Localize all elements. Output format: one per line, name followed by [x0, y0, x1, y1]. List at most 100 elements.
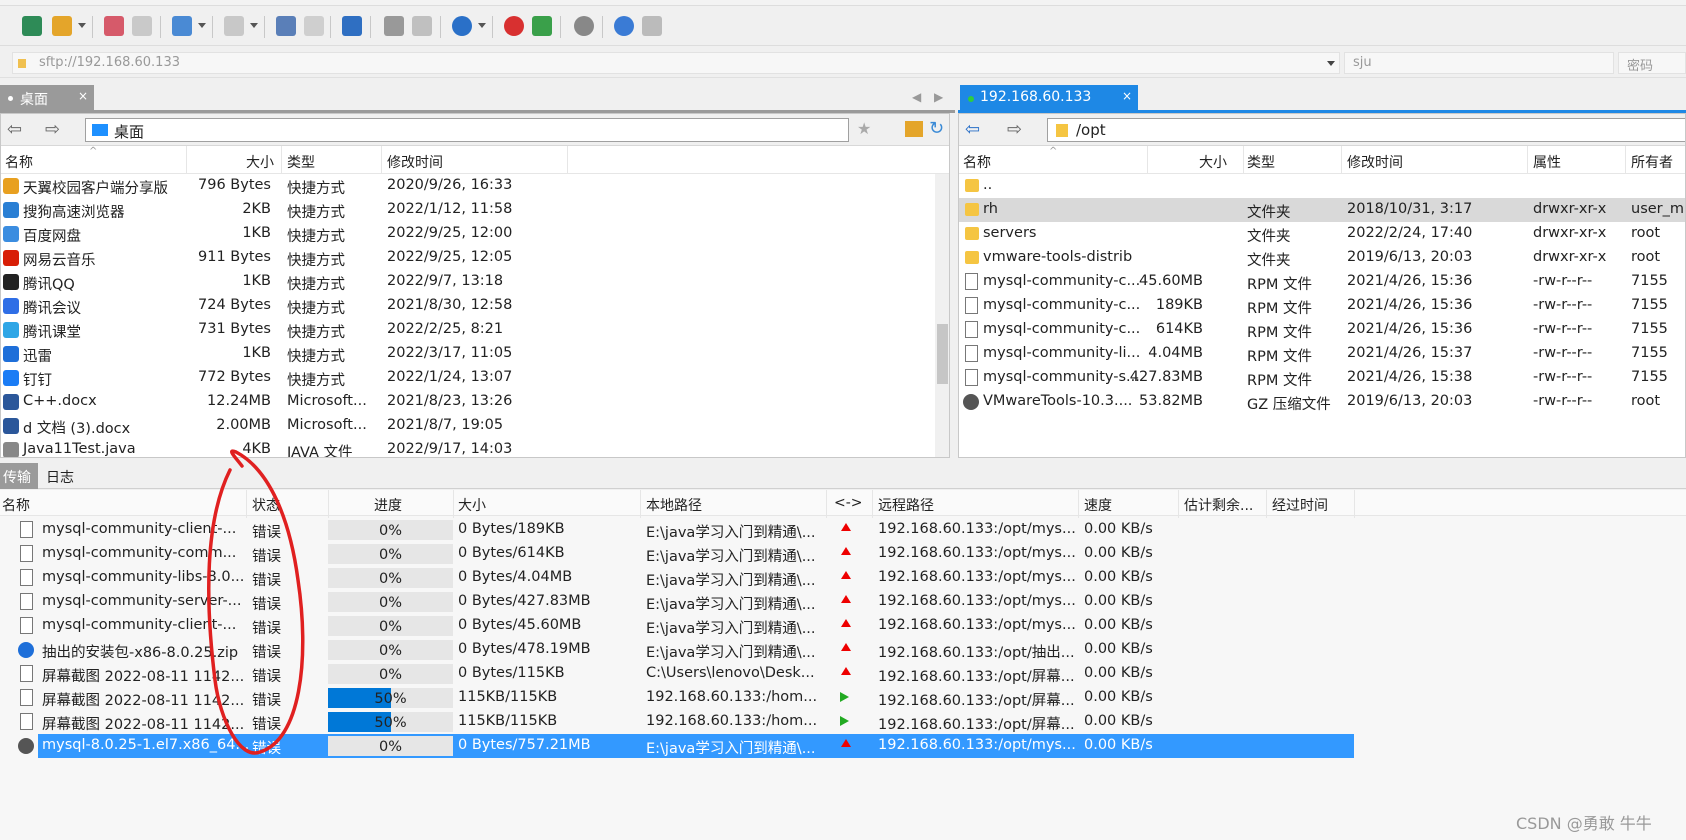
transfer-row[interactable]: mysql-community-libs-8.0... 错误 0% 0 Bytes/4…	[0, 566, 1354, 590]
scrollbar-thumb[interactable]	[937, 324, 948, 384]
local-file-row[interactable]: 钉钉 772 Bytes 快捷方式 2022/1/24, 13:07	[1, 366, 949, 390]
close-icon[interactable]: ×	[78, 89, 88, 103]
remote-file-row[interactable]: ..	[959, 174, 1685, 198]
col-direction[interactable]: <->	[834, 495, 863, 511]
col-size[interactable]: 大小	[246, 152, 274, 172]
local-file-row[interactable]: 腾讯会议 724 Bytes 快捷方式 2021/8/30, 12:58	[1, 294, 949, 318]
transfer-row[interactable]: 屏幕截图 2022-08-11 1142... 错误 50% 115KB/115KB 1…	[0, 686, 1354, 710]
copy-icon[interactable]	[384, 16, 404, 36]
open-folder-icon[interactable]	[52, 16, 72, 36]
chevron-down-icon[interactable]	[78, 23, 86, 28]
transfer-size: 0 Bytes/4.04MB	[458, 569, 573, 585]
star-icon[interactable]: ★	[857, 119, 871, 138]
col-type[interactable]: 类型	[287, 152, 315, 172]
local-file-row[interactable]: d 文档 (3).docx 2.00MB Microsoft... 2021/8/7,…	[1, 414, 949, 438]
local-file-row[interactable]: 腾讯课堂 731 Bytes 快捷方式 2022/2/25, 8:21	[1, 318, 949, 342]
home-icon[interactable]	[905, 121, 923, 137]
globe-icon[interactable]	[452, 16, 472, 36]
transfer-row[interactable]: 屏幕截图 2022-08-11 1142... 错误 0% 0 Bytes/115KB…	[0, 662, 1354, 686]
tab-remote-host[interactable]: 192.168.60.133 ×	[960, 85, 1138, 111]
forward-arrow-icon[interactable]: ⇨	[1007, 119, 1022, 140]
remote-file-row[interactable]: servers 文件夹 2022/2/24, 17:40 drwxr-xr-x root	[959, 222, 1685, 246]
tab-log[interactable]: 日志	[46, 467, 74, 487]
password-input[interactable]: 密码	[1618, 52, 1686, 74]
terminal-icon[interactable]	[224, 16, 244, 36]
upload-icon[interactable]	[276, 16, 296, 36]
transfer-row[interactable]: mysql-community-client-... 错误 0% 0 Bytes/18…	[0, 518, 1354, 542]
reconnect-icon[interactable]	[132, 16, 152, 36]
disconnect-icon[interactable]	[104, 16, 124, 36]
col-owner[interactable]: 所有者	[1631, 152, 1673, 172]
remote-file-row[interactable]: rh 文件夹 2018/10/31, 3:17 drwxr-xr-x user_m	[959, 198, 1685, 222]
col-progress[interactable]: 进度	[374, 495, 402, 515]
back-arrow-icon[interactable]: ⇦	[965, 119, 980, 140]
transfer-name: 抽出的安装包-x86-8.0.25.zip	[42, 645, 239, 661]
file-modified: 2019/6/13, 20:03	[1347, 393, 1473, 409]
col-name[interactable]: 名称	[5, 152, 33, 172]
chevron-down-icon[interactable]	[478, 23, 486, 28]
col-remote-path[interactable]: 远程路径	[878, 495, 934, 515]
local-file-row[interactable]: 搜狗高速浏览器 2KB 快捷方式 2022/1/12, 11:58	[1, 198, 949, 222]
local-file-row[interactable]: Java11Test.java 4KB JAVA 文件 2022/9/17, 14:0…	[1, 438, 949, 457]
chevron-down-icon[interactable]	[1327, 61, 1335, 66]
properties-icon[interactable]	[172, 16, 192, 36]
transfer-row[interactable]: mysql-community-server-... 错误 0% 0 Bytes/42…	[0, 590, 1354, 614]
refresh-icon[interactable]: ↻	[929, 118, 944, 139]
transfer-row[interactable]: 抽出的安装包-x86-8.0.25.zip 错误 0% 0 Bytes/478.19M…	[0, 638, 1354, 662]
col-elapsed[interactable]: 经过时间	[1272, 495, 1328, 515]
close-icon[interactable]: ×	[1122, 89, 1132, 103]
remote-file-row[interactable]: mysql-community-li... 4.04MB RPM 文件 2021/4/…	[959, 342, 1685, 366]
progress-bar: 0%	[328, 544, 453, 564]
back-arrow-icon[interactable]: ⇦	[7, 119, 22, 140]
remote-file-row[interactable]: mysql-community-c... 614KB RPM 文件 2021/4/26…	[959, 318, 1685, 342]
forward-arrow-icon[interactable]: ⇨	[45, 119, 60, 140]
col-size[interactable]: 大小	[458, 495, 486, 515]
username-input[interactable]: sju	[1344, 52, 1614, 74]
sync-icon[interactable]	[342, 16, 362, 36]
xftp-icon[interactable]	[532, 16, 552, 36]
local-file-row[interactable]: 天翼校园客户端分享版 796 Bytes 快捷方式 2020/9/26, 16:33	[1, 174, 949, 198]
local-file-row[interactable]: 迅雷 1KB 快捷方式 2022/3/17, 11:05	[1, 342, 949, 366]
local-file-row[interactable]: C++.docx 12.24MB Microsoft... 2021/8/23, 13…	[1, 390, 949, 414]
col-eta[interactable]: 估计剩余...	[1184, 495, 1253, 515]
col-name[interactable]: 名称	[2, 495, 30, 515]
remote-file-row[interactable]: VMwareTools-10.3.... 53.82MB GZ 压缩文件 2019/6…	[959, 390, 1685, 414]
remote-file-row[interactable]: mysql-community-c... 45.60MB RPM 文件 2021/4/…	[959, 270, 1685, 294]
local-file-row[interactable]: 网易云音乐 911 Bytes 快捷方式 2022/9/25, 12:05	[1, 246, 949, 270]
chevron-down-icon[interactable]	[250, 23, 258, 28]
host-input[interactable]: sftp://192.168.60.133	[12, 52, 1340, 74]
chevron-down-icon[interactable]	[198, 23, 206, 28]
col-modified[interactable]: 修改时间	[1347, 152, 1403, 172]
scrollbar[interactable]	[935, 174, 949, 457]
local-path-input[interactable]: 桌面	[85, 118, 849, 142]
local-file-row[interactable]: 腾讯QQ 1KB 快捷方式 2022/9/7, 13:18	[1, 270, 949, 294]
transfer-row[interactable]: 屏幕截图 2022-08-11 1142... 错误 50% 115KB/115KB 1…	[0, 710, 1354, 734]
remote-file-row[interactable]: mysql-community-s... 427.83MB RPM 文件 2021/4…	[959, 366, 1685, 390]
chat-icon[interactable]	[642, 16, 662, 36]
remote-file-row[interactable]: mysql-community-c... 189KB RPM 文件 2021/4/26…	[959, 294, 1685, 318]
col-speed[interactable]: 速度	[1084, 495, 1112, 515]
gear-icon[interactable]	[574, 16, 594, 36]
col-attributes[interactable]: 属性	[1533, 152, 1561, 172]
tab-transfer[interactable]: 传输	[0, 463, 38, 489]
col-type[interactable]: 类型	[1247, 152, 1275, 172]
local-file-row[interactable]: 百度网盘 1KB 快捷方式 2022/9/25, 12:00	[1, 222, 949, 246]
remote-file-row[interactable]: vmware-tools-distrib 文件夹 2019/6/13, 20:03 d…	[959, 246, 1685, 270]
transfer-row[interactable]: mysql-community-client-... 错误 0% 0 Bytes/45…	[0, 614, 1354, 638]
paste-icon[interactable]	[412, 16, 432, 36]
help-icon[interactable]	[614, 16, 634, 36]
transfer-row[interactable]: mysql-8.0.25-1.el7.x86_64... 错误 0% 0 Bytes/…	[0, 734, 1354, 758]
new-session-icon[interactable]	[22, 16, 42, 36]
xshell-icon[interactable]	[504, 16, 524, 36]
download-icon[interactable]	[304, 16, 324, 36]
tab-desktop[interactable]: 桌面 ×	[0, 85, 94, 111]
transfer-row[interactable]: mysql-community-comm... 错误 0% 0 Bytes/614KB…	[0, 542, 1354, 566]
col-size[interactable]: 大小	[1199, 152, 1227, 172]
col-modified[interactable]: 修改时间	[387, 152, 443, 172]
remote-path-input[interactable]: /opt	[1047, 118, 1685, 142]
col-status[interactable]: 状态	[252, 495, 280, 515]
tab-scroll-right-icon[interactable]: ▶	[934, 90, 943, 104]
col-name[interactable]: 名称	[963, 152, 991, 172]
tab-scroll-left-icon[interactable]: ◀	[912, 90, 921, 104]
col-local-path[interactable]: 本地路径	[646, 495, 702, 515]
